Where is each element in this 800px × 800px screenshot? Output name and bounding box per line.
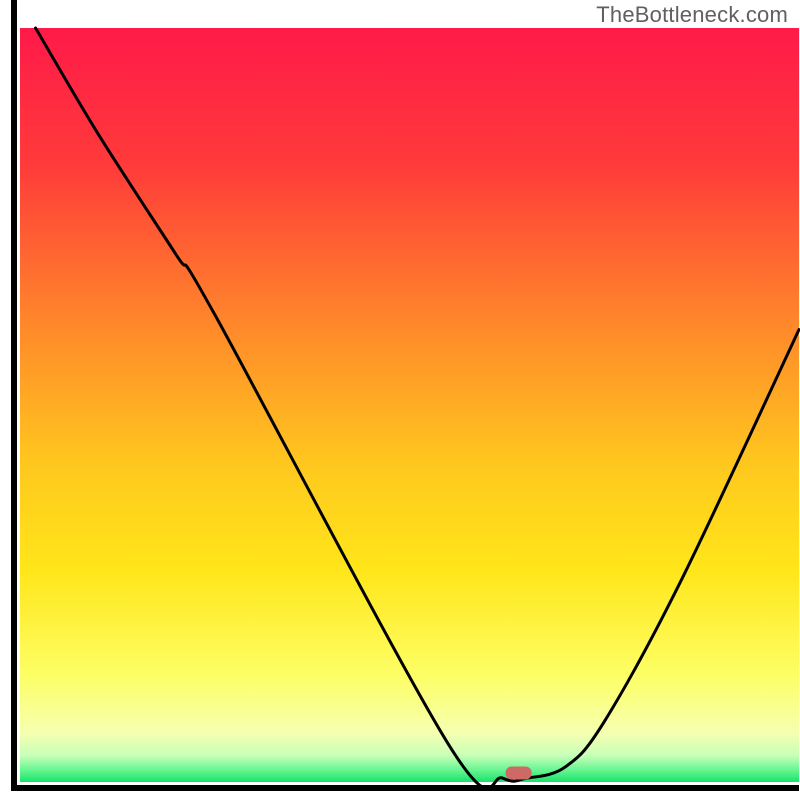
bottleneck-chart: TheBottleneck.com	[0, 0, 800, 800]
optimal-marker	[506, 766, 532, 779]
watermark-text: TheBottleneck.com	[596, 2, 788, 28]
plot-background	[20, 28, 799, 782]
chart-svg	[0, 0, 800, 800]
